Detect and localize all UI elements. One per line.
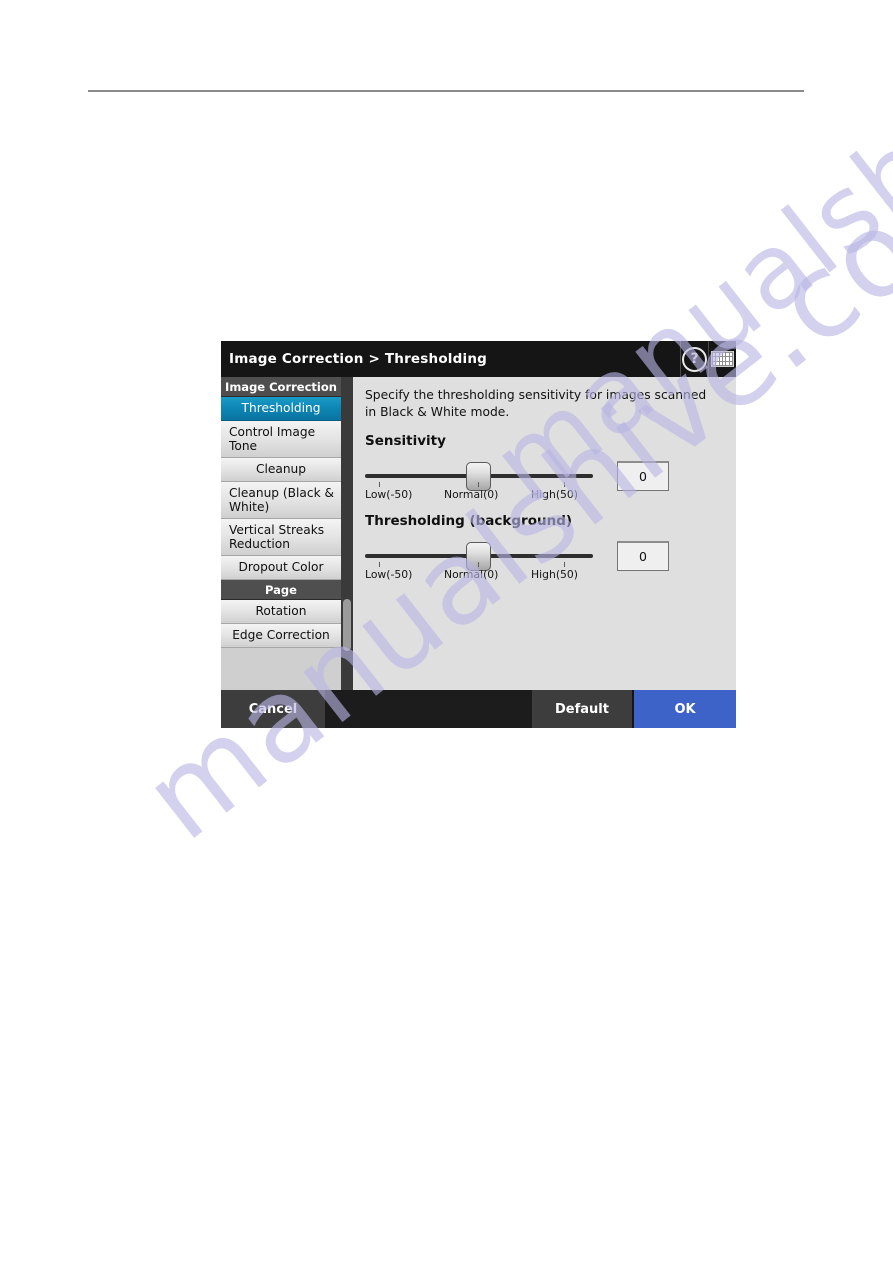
- cancel-button[interactable]: Cancel: [221, 690, 325, 728]
- sidebar-item-label: Cleanup: [255, 462, 307, 477]
- sidebar-item-edge-correction[interactable]: Edge Correction: [221, 624, 341, 648]
- page-header-rule: [88, 90, 804, 92]
- slider-label-high: High(50): [531, 487, 578, 501]
- sidebar-item-label: Control Image Tone: [229, 424, 316, 453]
- footer-spacer: [325, 690, 532, 728]
- slider-tick-low: [379, 561, 380, 567]
- sensitivity-slider[interactable]: Low(-50) Normal(0) High(50): [365, 455, 593, 503]
- settings-panel: Specify the thresholding sensitivity for…: [353, 377, 736, 690]
- slider-tick-mid: [478, 561, 479, 567]
- sidebar-item-dropout-color[interactable]: Dropout Color: [221, 556, 341, 580]
- panel-description: Specify the thresholding sensitivity for…: [365, 388, 707, 419]
- help-button[interactable]: ?: [680, 341, 708, 377]
- settings-sidebar: Image Correction Thresholding Control Im…: [221, 377, 353, 690]
- thresholding-background-slider-row: Low(-50) Normal(0) High(50) 0: [365, 535, 724, 583]
- thresholding-background-value-field[interactable]: 0: [617, 540, 669, 571]
- dialog-footer: Cancel Default OK: [221, 690, 736, 728]
- ok-button[interactable]: OK: [634, 690, 736, 728]
- keyboard-icon: [711, 351, 734, 367]
- slider-label-low: Low(-50): [365, 567, 413, 581]
- slider-tick-high: [564, 481, 565, 487]
- default-button[interactable]: Default: [532, 690, 634, 728]
- sidebar-item-control-image-tone[interactable]: Control Image Tone: [221, 421, 341, 458]
- sensitivity-value-field[interactable]: 0: [617, 460, 669, 491]
- slider-label-normal: Normal(0): [444, 567, 499, 581]
- sidebar-item-label: Dropout Color: [238, 560, 324, 575]
- slider-label-normal: Normal(0): [444, 487, 499, 501]
- slider-label-low: Low(-50): [365, 487, 413, 501]
- sidebar-section-header-image-correction: Image Correction: [221, 377, 341, 397]
- group-title-thresholding-background: Thresholding (background): [365, 512, 573, 529]
- dialog-titlebar: Image Correction > Thresholding ?: [221, 341, 736, 377]
- sensitivity-slider-row: Low(-50) Normal(0) High(50) 0: [365, 455, 724, 503]
- sidebar-item-label: Thresholding: [241, 401, 321, 416]
- help-question-icon: ?: [682, 346, 707, 372]
- sidebar-item-thresholding[interactable]: Thresholding: [221, 397, 341, 421]
- sidebar-scrollbar[interactable]: [341, 377, 353, 690]
- sidebar-item-label: Rotation: [255, 604, 307, 619]
- sidebar-item-label: Cleanup (Black & White): [229, 485, 335, 514]
- thresholding-dialog: Image Correction > Thresholding ? Image …: [221, 341, 736, 728]
- sidebar-scrollbar-thumb[interactable]: [343, 599, 351, 651]
- sidebar-item-cleanup[interactable]: Cleanup: [221, 458, 341, 482]
- sidebar-item-rotation[interactable]: Rotation: [221, 600, 341, 624]
- slider-tick-mid: [478, 481, 479, 487]
- slider-label-high: High(50): [531, 567, 578, 581]
- slider-tick-low: [379, 481, 380, 487]
- breadcrumb: Image Correction > Thresholding: [229, 351, 487, 367]
- slider-tick-high: [564, 561, 565, 567]
- sidebar-item-label: Vertical Streaks Reduction: [229, 522, 325, 551]
- sidebar-item-label: Edge Correction: [232, 628, 330, 643]
- thresholding-background-slider[interactable]: Low(-50) Normal(0) High(50): [365, 535, 593, 583]
- sidebar-item-vertical-streaks-reduction[interactable]: Vertical Streaks Reduction: [221, 519, 341, 556]
- keyboard-button[interactable]: [708, 341, 736, 377]
- sidebar-list: Image Correction Thresholding Control Im…: [221, 377, 341, 690]
- titlebar-icon-group: ?: [680, 341, 736, 377]
- dialog-body: Image Correction Thresholding Control Im…: [221, 377, 736, 690]
- sidebar-section-header-page: Page: [221, 580, 341, 600]
- sidebar-item-cleanup-black-and-white[interactable]: Cleanup (Black & White): [221, 482, 341, 519]
- group-title-sensitivity: Sensitivity: [365, 432, 446, 449]
